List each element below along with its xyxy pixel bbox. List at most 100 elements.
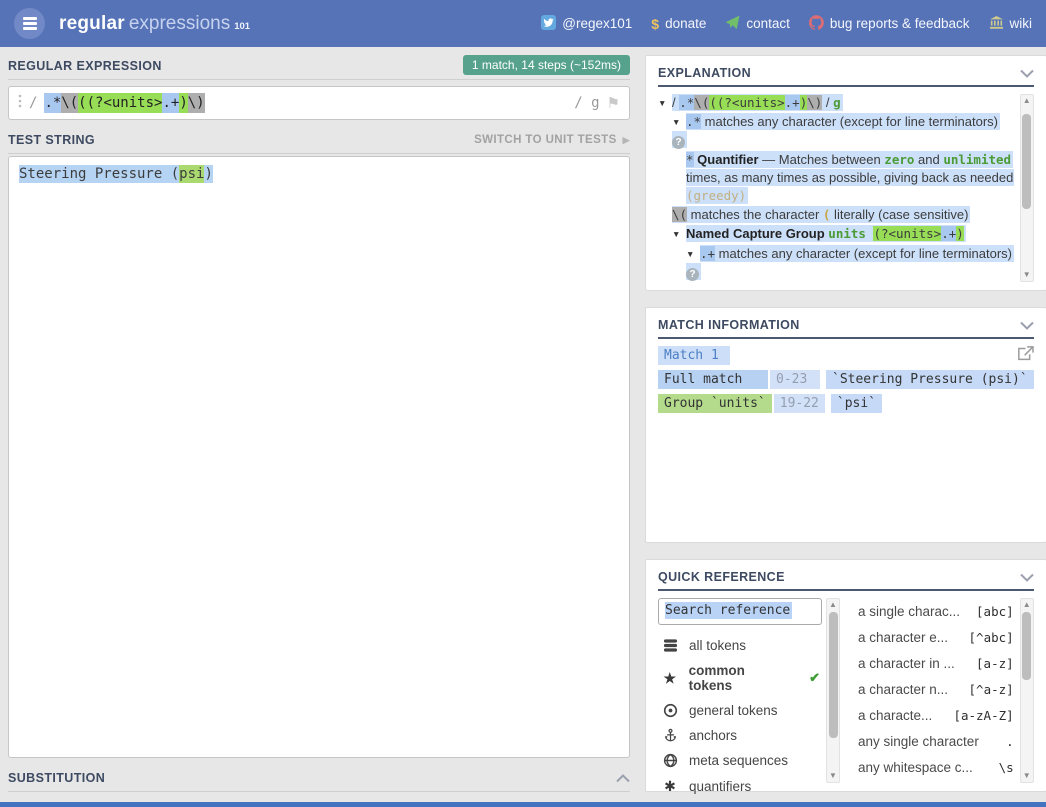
regex-input[interactable]: / .*\(((?<units>.+)\) / g ⚑: [8, 86, 630, 120]
logo-101: 101: [234, 21, 250, 32]
category-item-anchors[interactable]: anchors: [658, 723, 822, 748]
category-item-common-tokens[interactable]: ★common tokens✔: [658, 658, 822, 698]
match-header-row: Match 1: [658, 346, 1034, 365]
test-string-input[interactable]: Steering Pressure (psi): [8, 156, 630, 758]
scroll-down-icon[interactable]: ▼: [1023, 270, 1031, 280]
regex-token: ((?<units>: [78, 93, 162, 113]
category-label: all tokens: [689, 638, 746, 653]
explanation-segment: ((?<units>: [709, 95, 784, 110]
category-item-quantifiers[interactable]: ✱quantifiers: [658, 773, 822, 800]
reference-token-item[interactable]: a character n... [^a-z]: [856, 676, 1016, 702]
explanation-row-text: * Quantifier — Matches between zero and …: [686, 151, 1014, 204]
regex-token: \): [188, 93, 205, 113]
menu-button[interactable]: [14, 8, 45, 39]
token-code: [abc]: [976, 604, 1014, 619]
test-string-section-title: TEST STRING: [8, 133, 95, 147]
category-label: quantifiers: [689, 779, 751, 794]
category-item-all-tokens[interactable]: all tokens: [658, 633, 822, 658]
quick-reference-panel: QUICK REFERENCE Search reference all tok…: [645, 559, 1046, 792]
token-code: .: [1006, 734, 1014, 749]
nav-item--regex101[interactable]: @regex101: [541, 15, 632, 33]
chevron-down-icon[interactable]: [1020, 69, 1034, 78]
explanation-segment: Named Capture Group: [686, 226, 828, 241]
category-label: meta sequences: [689, 753, 788, 768]
explanation-segment: matches any character (except for line t…: [715, 246, 1012, 261]
chevron-down-icon[interactable]: [1020, 573, 1034, 582]
explanation-segment: units: [828, 226, 873, 241]
category-item-meta-sequences[interactable]: meta sequences: [658, 748, 822, 773]
collapse-arrow-icon[interactable]: ▼: [672, 229, 686, 241]
scrollbar-thumb[interactable]: [1022, 114, 1031, 209]
token-code: [^abc]: [969, 630, 1014, 645]
match-rows: Full match0-23`Steering Pressure (psi)`G…: [658, 370, 1034, 413]
flags-icon[interactable]: ⚑: [607, 94, 620, 112]
reference-token-item[interactable]: a single charac...[abc]: [856, 598, 1016, 624]
explanation-segment: (greedy): [686, 188, 746, 203]
nav-item-bug-reports-feedback[interactable]: bug reports & feedback: [809, 15, 970, 33]
reference-token-item[interactable]: a character in ...[a-z]: [856, 650, 1016, 676]
reference-token-item[interactable]: a character e...[^abc]: [856, 624, 1016, 650]
anchor-icon: [662, 728, 678, 743]
explanation-segment: — Matches between: [759, 152, 885, 167]
full-match-highlight: Steering Pressure (: [19, 165, 179, 183]
paper-plane-icon: [725, 15, 740, 33]
collapse-arrow-icon[interactable]: ▼: [672, 117, 686, 129]
token-code: [^a-z]: [969, 682, 1014, 697]
match-row-range: 0-23: [770, 370, 820, 389]
match-row-label: Full match: [658, 370, 768, 389]
nav-item-label: @regex101: [562, 16, 632, 31]
reference-token-item[interactable]: any single character.: [856, 728, 1016, 754]
match-status-badge: 1 match, 14 steps (~152ms): [463, 55, 630, 75]
collapse-arrow-icon[interactable]: ▼: [658, 98, 672, 110]
regex-token: .*: [44, 93, 61, 113]
category-label: anchors: [689, 728, 737, 743]
regex-token: \(: [61, 93, 78, 113]
reference-token-item[interactable]: a characte...[a-zA-Z]: [856, 702, 1016, 728]
match-row: Group `units`19-22`psi`: [658, 394, 1034, 413]
token-description: a characte...: [858, 708, 945, 723]
help-icon[interactable]: ?: [686, 268, 699, 281]
scroll-down-icon[interactable]: ▼: [1023, 771, 1031, 781]
token-description: a character n...: [858, 682, 961, 697]
category-item-general-tokens[interactable]: general tokens: [658, 698, 822, 723]
scroll-up-icon[interactable]: ▲: [1023, 600, 1031, 610]
explanation-segment: \): [807, 95, 822, 110]
nav-item-contact[interactable]: contact: [725, 15, 790, 33]
token-list-scrollbar[interactable]: ▲ ▼: [1020, 598, 1034, 783]
help-icon[interactable]: ?: [672, 136, 685, 149]
header: regular expressions 101 @regex101 $donate…: [0, 0, 1046, 47]
collapse-arrow-icon[interactable]: ▼: [686, 249, 700, 261]
categories-scrollbar[interactable]: ▲ ▼: [826, 598, 840, 783]
export-matches-icon[interactable]: [1017, 346, 1034, 365]
triangle-right-icon: ▶: [623, 135, 630, 146]
nav-item-donate[interactable]: $donate: [651, 16, 706, 32]
explanation-segment: unlimited: [943, 152, 1011, 167]
regex-section-title: REGULAR EXPRESSION: [8, 59, 162, 73]
logo[interactable]: regular expressions 101: [59, 13, 250, 35]
regex-pattern[interactable]: .*\(((?<units>.+)\): [44, 95, 567, 111]
explanation-segment: .*: [679, 95, 694, 110]
explanation-segment: .+: [700, 246, 715, 261]
explanation-segment: matches any character (except for line t…: [701, 114, 998, 129]
right-column: EXPLANATION ▼/ .*\(((?<units>.+)\) / g▼.…: [645, 55, 1046, 792]
reference-token-item[interactable]: any whitespace c...\s: [856, 754, 1016, 780]
explanation-title: EXPLANATION: [658, 66, 751, 80]
drag-handle-icon[interactable]: [18, 93, 22, 114]
group-match-highlight: psi: [179, 165, 204, 183]
chevron-down-icon[interactable]: [1020, 321, 1034, 330]
nav-item-label: wiki: [1010, 16, 1033, 31]
test-string-section-header: TEST STRING SWITCH TO UNIT TESTS ▶: [8, 130, 630, 154]
explanation-segment: \(: [672, 207, 687, 222]
chevron-up-icon[interactable]: [616, 774, 630, 783]
explanation-content: ▼/ .*\(((?<units>.+)\) / g▼.* matches an…: [658, 94, 1014, 282]
scroll-up-icon[interactable]: ▲: [829, 600, 837, 610]
circle-dot-icon: [662, 703, 678, 718]
nav-item-wiki[interactable]: wiki: [989, 15, 1033, 33]
search-reference-input[interactable]: Search reference: [658, 598, 822, 625]
explanation-segment: Quantifier: [697, 152, 758, 167]
switch-to-unit-tests-link[interactable]: SWITCH TO UNIT TESTS ▶: [474, 134, 630, 146]
scroll-up-icon[interactable]: ▲: [1023, 96, 1031, 106]
explanation-scrollbar[interactable]: ▲ ▼: [1020, 94, 1034, 282]
scroll-down-icon[interactable]: ▼: [829, 771, 837, 781]
explanation-segment: .+: [941, 226, 956, 241]
